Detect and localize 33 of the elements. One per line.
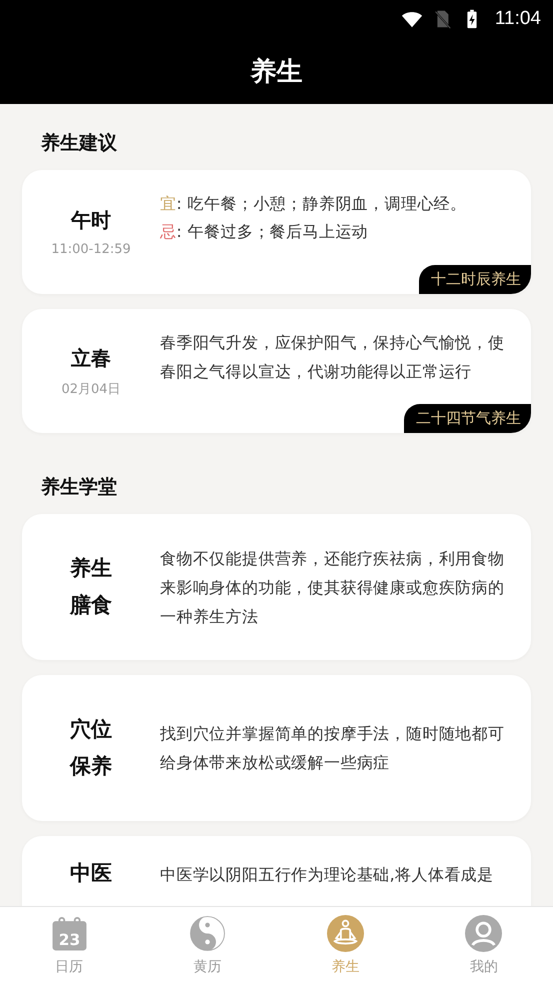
info-card[interactable]: 养生膳食 食物不仅能提供营养，还能疗疾祛病，利用食物来影响身体的功能，使其获得健康或愈疾防病的一种养生方法 — [22, 514, 531, 660]
card-subtitle: 02月04日 — [61, 380, 121, 398]
person-icon — [465, 914, 502, 952]
tab-label: 我的 — [470, 958, 498, 976]
section-title: 养生建议 — [40, 131, 118, 156]
card-title: 午时 — [71, 207, 111, 234]
info-card[interactable]: 中医 中医学以阴阳五行作为理论基础,将人体看成是 — [22, 836, 531, 906]
card-title: 中医 — [69, 860, 113, 887]
yin-yang-icon — [188, 914, 226, 952]
card-subtitle: 11:00-12:59 — [51, 242, 131, 257]
info-card[interactable]: 午时 11:00-12:59 宜: 吃午餐；小憩；静养阴血，调理心经。 忌: 午餐过多；餐后马上运动 十二时辰养生 — [22, 170, 531, 294]
card-title: 穴位保养 — [68, 716, 113, 780]
section-title: 养生学堂 — [40, 475, 118, 500]
tab-label: 黄历 — [193, 958, 222, 976]
category-tag[interactable]: 二十四节气养生 — [404, 404, 531, 433]
card-title: 立春 — [71, 344, 111, 372]
advice-label: 忌 — [160, 222, 176, 241]
advice-text: : 吃午餐；小憩；静养阴血，调理心经。 — [176, 194, 466, 213]
card-description: 找到穴位并掌握简单的按摩手法，随时随地都可给身体带来放松或缓解一些病症 — [160, 723, 506, 774]
advice-text: : 午餐过多；餐后马上运动 — [176, 222, 368, 241]
advice-label: 宜 — [160, 194, 176, 213]
card-description: 中医学以阴阳五行作为理论基础,将人体看成是 — [160, 864, 494, 886]
meditating-figure-icon — [327, 914, 364, 952]
info-card[interactable]: 穴位保养 找到穴位并掌握简单的按摩手法，随时随地都可给身体带来放松或缓解一些病症 — [22, 675, 531, 821]
status-time: 11:04 — [494, 8, 541, 30]
info-card[interactable]: 立春 02月04日 春季阳气升发，应保护阳气，保持心气愉悦，使春阳之气得以宣达，代谢功能得以正常运行 二十四节气养生 — [22, 309, 531, 433]
tab-label: 养生 — [332, 958, 360, 976]
card-title: 养生膳食 — [68, 555, 113, 619]
tab-label: 日历 — [55, 958, 84, 976]
card-description: 食物不仅能提供营养，还能疗疾祛病，利用食物来影响身体的功能，使其获得健康或愈疾防病的一种养生方法 — [160, 548, 506, 628]
page-title: 养生 — [250, 56, 302, 88]
category-tag[interactable]: 十二时辰养生 — [419, 265, 531, 294]
card-description: 春季阳气升发，应保护阳气，保持心气愉悦，使春阳之气得以宣达，代谢功能得以正常运行 — [160, 332, 506, 383]
